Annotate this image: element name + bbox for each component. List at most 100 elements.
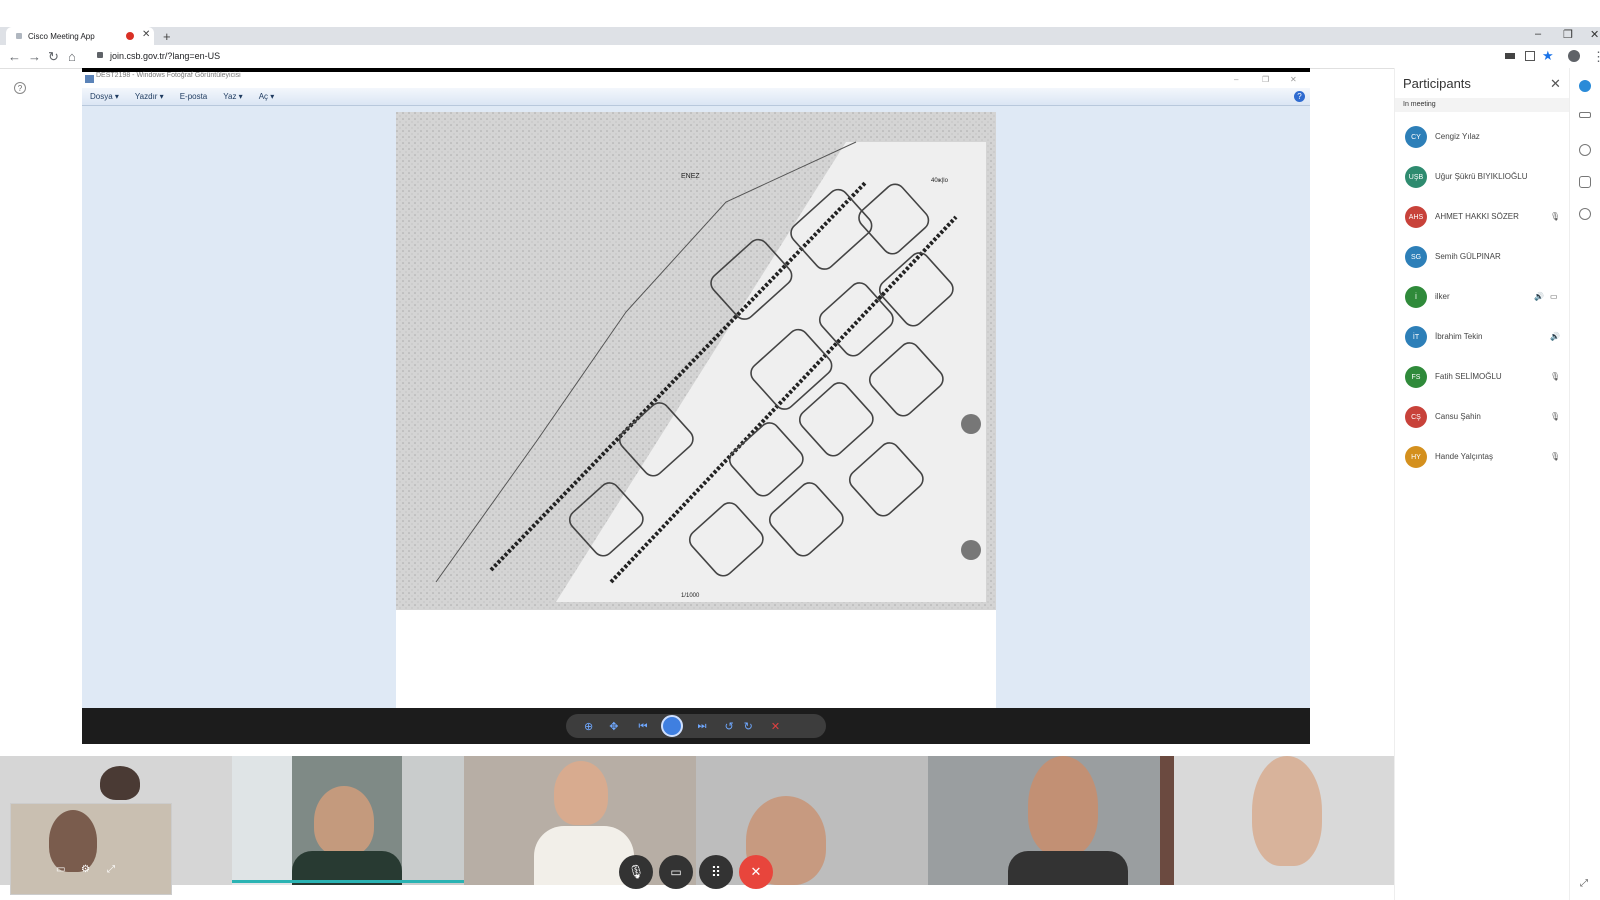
keypad-button[interactable]: ⠿ (699, 855, 733, 889)
viewer-app-icon (85, 75, 94, 83)
bookmark-star-icon[interactable]: ★ (1542, 48, 1554, 64)
mic-off-icon: 🎙 (1550, 452, 1561, 461)
shared-screen-viewer: DEST2198 - Windows Fotoğraf Görüntüleyic… (82, 68, 1310, 744)
participant-item[interactable]: AHS AHMET HAKKI SÖZER 🎙 (1395, 198, 1569, 238)
self-camera-icon[interactable]: ▭ (56, 864, 65, 875)
viewer-controls: ⊕ ✥ ⏮ ⏭ ↺ ↻ ✕ (566, 714, 826, 738)
right-rail: ⤢ (1569, 68, 1600, 900)
share-screen-button[interactable]: ▭ (659, 855, 693, 889)
participant-avatar: AHS (1405, 206, 1427, 228)
participant-item[interactable]: SG Semih GÜLPINAR (1395, 238, 1569, 278)
self-resize-icon[interactable]: ⤢ (107, 864, 115, 875)
browser-toolbar (0, 45, 1600, 69)
participant-name: Uğur Şükrü BIYIKLIOĞLU (1435, 172, 1528, 181)
menu-ac: Aç ▾ (258, 92, 275, 101)
camera-icon[interactable] (1505, 53, 1515, 59)
info-icon[interactable] (1579, 208, 1591, 220)
participant-item[interactable]: UŞB Uğur Şükrü BIYIKLIOĞLU (1395, 158, 1569, 198)
new-tab-button[interactable]: + (163, 29, 171, 44)
previous-icon: ⏮ (638, 720, 648, 732)
mute-microphone-button[interactable]: 🎙 (619, 855, 653, 889)
close-tab-icon[interactable]: ✕ (142, 29, 150, 40)
tab-favicon-icon (16, 33, 22, 39)
participant-name: Cengiz Yılaz (1435, 132, 1480, 141)
participant-avatar: UŞB (1405, 166, 1427, 188)
close-window-button[interactable]: ✕ (1590, 28, 1599, 41)
viewer-titlebar: DEST2198 - Windows Fotoğraf Görüntüleyic… (82, 72, 1310, 88)
video-tile (1160, 756, 1394, 885)
menu-dosya: Dosya ▾ (90, 92, 119, 101)
participant-item[interactable]: HY Hande Yalçıntaş 🎙 (1395, 438, 1569, 478)
reload-icon[interactable]: ↻ (48, 49, 59, 65)
participant-avatar: FS (1405, 366, 1427, 388)
end-call-button[interactable]: ✕ (739, 855, 773, 889)
minimize-window-button[interactable]: – (1535, 28, 1541, 40)
help-icon[interactable]: ? (14, 82, 26, 94)
close-panel-icon[interactable]: ✕ (1550, 76, 1561, 92)
menu-yaz: Yaz ▾ (223, 92, 243, 101)
participant-avatar: HY (1405, 446, 1427, 468)
in-meeting-header: In meeting (1395, 98, 1569, 112)
participant-item[interactable]: İilker ▭ 🔊 (1395, 278, 1569, 318)
participant-name: ilker (1435, 292, 1450, 301)
participants-icon[interactable] (1579, 80, 1591, 92)
zoom-icon: ⊕ (584, 720, 594, 733)
participants-panel: Participants ✕ In meeting CY Cengiz Yılaz… (1394, 68, 1569, 900)
browser-tab[interactable]: Cisco Meeting App ✕ (6, 27, 154, 45)
address-bar[interactable]: join.csb.gov.tr/?lang=en-US (110, 51, 220, 61)
participant-avatar: İT (1405, 326, 1427, 348)
lock-icon (97, 52, 103, 58)
mic-off-icon: 🎙 (1550, 372, 1561, 381)
translate-icon[interactable] (1525, 51, 1535, 61)
back-icon[interactable]: ← (8, 49, 21, 64)
actual-size-icon: ✥ (609, 720, 619, 733)
video-tile (928, 756, 1160, 885)
home-icon[interactable]: ⌂ (68, 49, 76, 64)
layout-icon[interactable] (1579, 176, 1591, 188)
participant-avatar: SG (1405, 246, 1427, 268)
rotate-left-icon: ↺ (724, 720, 734, 733)
participant-item[interactable]: FS Fatih SELİMOĞLU 🎙 (1395, 358, 1569, 398)
participants-title: Participants (1403, 76, 1471, 91)
controls-icon[interactable] (1579, 112, 1591, 118)
forward-icon[interactable]: → (28, 49, 41, 64)
viewer-minimize-icon: – (1234, 75, 1239, 84)
viewer-close-icon: ✕ (1290, 75, 1297, 84)
viewer-title: DEST2198 - Windows Fotoğraf Görüntüleyic… (96, 72, 241, 79)
participant-name: AHMET HAKKI SÖZER (1435, 212, 1519, 221)
map-label-top: ENEZ (681, 173, 700, 180)
browser-tab-bar (0, 27, 1600, 45)
tab-title: Cisco Meeting App (28, 31, 95, 41)
profile-icon[interactable] (1568, 50, 1580, 62)
delete-icon: ✕ (770, 720, 781, 733)
next-icon: ⏭ (697, 720, 707, 732)
participant-item[interactable]: CŞ Cansu Şahin 🎙 (1395, 398, 1569, 438)
self-settings-icon[interactable]: ⚙ (81, 864, 90, 875)
participant-item[interactable]: İT İbrahim Tekin 🔊 (1395, 318, 1569, 358)
participant-name: Hande Yalçıntaş (1435, 452, 1493, 461)
participant-name: İbrahim Tekin (1435, 332, 1483, 341)
participant-item[interactable]: CY Cengiz Yılaz (1395, 118, 1569, 158)
participant-avatar: CŞ (1405, 406, 1427, 428)
video-tile (232, 756, 464, 885)
mic-off-icon: 🎙 (1550, 412, 1561, 421)
viewer-bottom-bar: ⊕ ✥ ⏮ ⏭ ↺ ↻ ✕ (82, 708, 1310, 744)
video-strip (0, 756, 1394, 885)
map-scale-label: 1/1000 (681, 593, 700, 599)
speaker-icon: 🔊 (1550, 332, 1560, 341)
participant-avatar: İ (1405, 286, 1427, 308)
participant-avatar: CY (1405, 126, 1427, 148)
mic-off-icon: 🎙 (1550, 212, 1561, 221)
menu-yazdir: Yazdır ▾ (134, 92, 164, 101)
document-page: ENEZ 40ж|lo 1/1000 (396, 112, 996, 708)
participant-name: Cansu Şahin (1435, 412, 1481, 421)
map-label-right: 40ж|lo (931, 178, 949, 184)
chat-icon[interactable] (1579, 144, 1591, 156)
expand-icon[interactable]: ⤢ (1580, 878, 1588, 889)
menu-dots-icon[interactable]: ⋮ (1592, 49, 1600, 65)
rotate-right-icon: ↻ (743, 720, 753, 733)
restore-window-button[interactable]: ❐ (1563, 28, 1573, 41)
speaker-icon: 🔊 (1534, 292, 1544, 301)
screen-icon: ▭ (1550, 292, 1558, 301)
cadastral-map-image: ENEZ 40ж|lo 1/1000 (396, 112, 996, 610)
